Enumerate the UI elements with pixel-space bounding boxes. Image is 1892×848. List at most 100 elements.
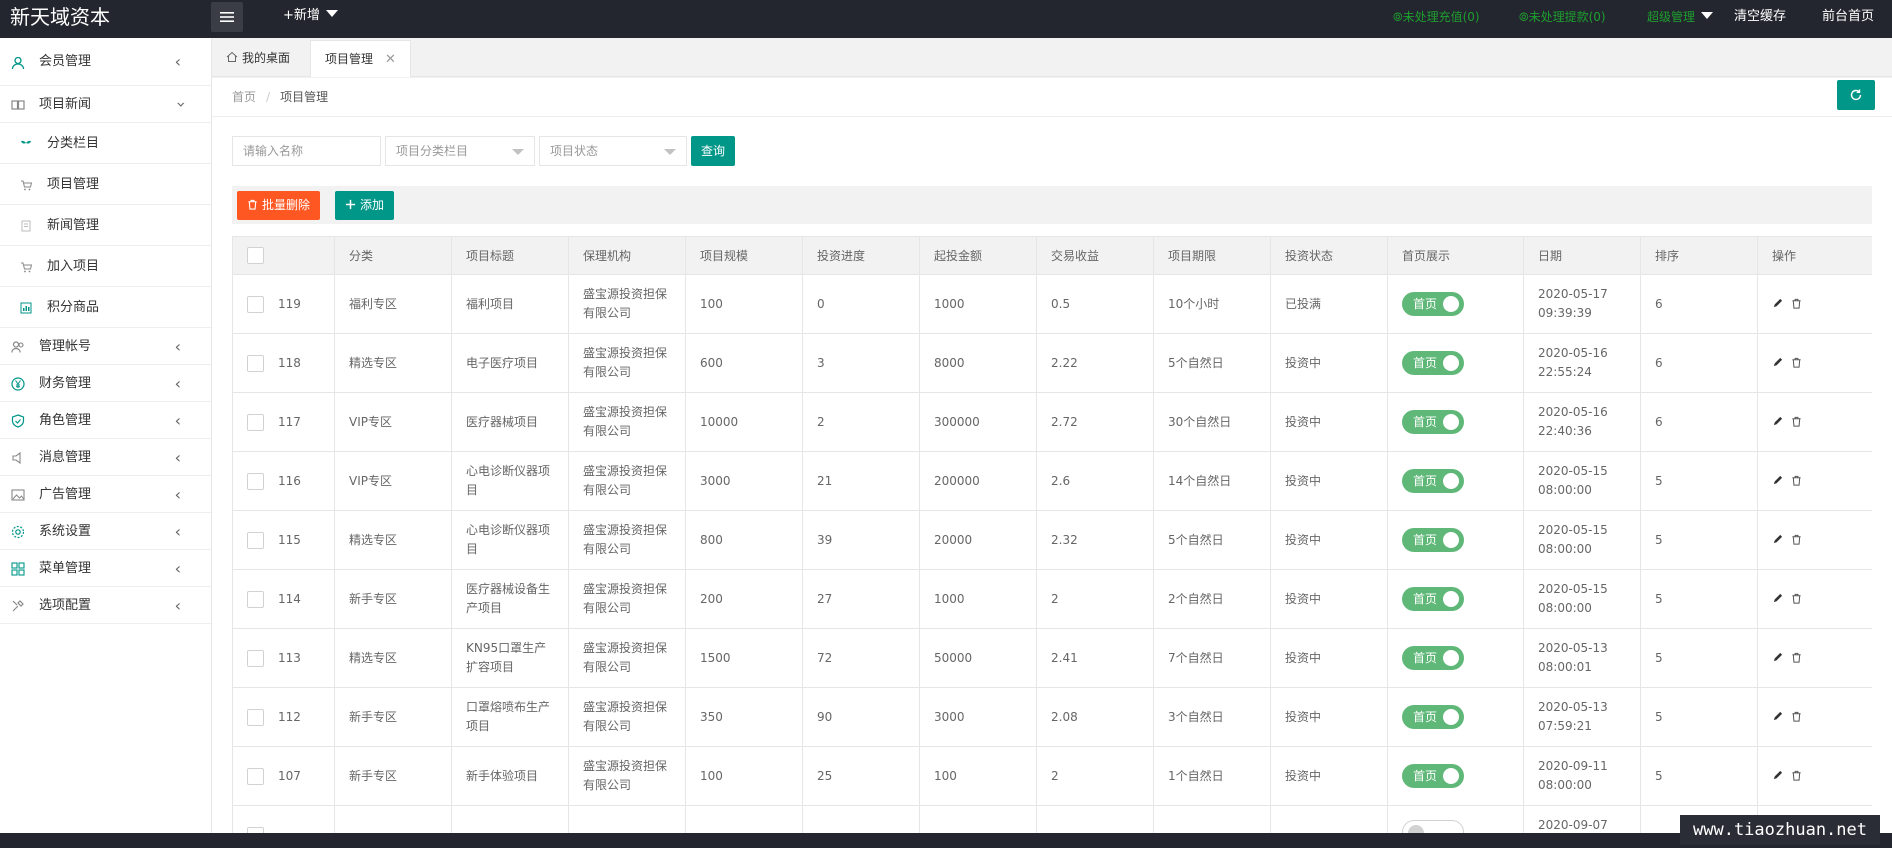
row-checkbox[interactable] bbox=[247, 708, 264, 726]
cell-title: 医疗器械设备生产项目 bbox=[451, 569, 569, 629]
sidebar-item-finance[interactable]: 财务管理 ‹ bbox=[0, 365, 211, 402]
breadcrumb: 首页 / 项目管理 bbox=[232, 78, 328, 116]
row-checkbox[interactable] bbox=[247, 767, 264, 785]
edit-icon[interactable] bbox=[1772, 711, 1783, 722]
cell-term: 2个自然日 bbox=[1153, 569, 1271, 629]
name-search-input[interactable]: 请输入名称 bbox=[232, 136, 381, 166]
edit-icon[interactable] bbox=[1772, 416, 1783, 427]
sidebar-item-label: 系统设置 bbox=[39, 524, 92, 539]
trash-icon[interactable] bbox=[1791, 357, 1802, 368]
sidebar-item-messages[interactable]: 消息管理 ‹ bbox=[0, 439, 211, 476]
trash-icon[interactable] bbox=[1791, 652, 1802, 663]
sidebar-item-options[interactable]: 选项配置 ‹ bbox=[0, 587, 211, 624]
hamburger-icon bbox=[220, 12, 234, 22]
query-button[interactable]: 查询 bbox=[691, 136, 735, 166]
trash-icon[interactable] bbox=[1791, 416, 1802, 427]
add-button[interactable]: 添加 bbox=[335, 191, 395, 220]
cell-title: 福利项目 bbox=[451, 274, 569, 334]
clear-cache-link[interactable]: 清空缓存 bbox=[1734, 0, 1786, 32]
home-display-switch[interactable]: 首页 bbox=[1402, 469, 1464, 493]
edit-icon[interactable] bbox=[1772, 298, 1783, 309]
cell-org: 盛宝源投资担保有限公司 bbox=[568, 451, 686, 511]
edit-icon[interactable] bbox=[1772, 593, 1783, 604]
edit-icon[interactable] bbox=[1772, 475, 1783, 486]
cell-home-display: 首页 bbox=[1387, 628, 1524, 688]
row-checkbox[interactable] bbox=[247, 649, 264, 667]
row-checkbox[interactable] bbox=[247, 354, 264, 372]
edit-icon[interactable] bbox=[1772, 534, 1783, 545]
cell-yield: 2.6 bbox=[1036, 451, 1154, 511]
sidebar-item-menus[interactable]: 菜单管理 ‹ bbox=[0, 550, 211, 587]
table-row: 2020-09-07 21: bbox=[232, 805, 1872, 833]
pending-recharge-link[interactable]: ⦾未处理充值(0) bbox=[1393, 0, 1480, 32]
home-display-switch[interactable]: 首页 bbox=[1402, 410, 1464, 434]
home-display-switch[interactable]: 首页 bbox=[1402, 646, 1464, 670]
close-icon[interactable]: ✕ bbox=[385, 52, 396, 67]
trash-icon[interactable] bbox=[1791, 711, 1802, 722]
batch-delete-button[interactable]: 批量删除 bbox=[237, 191, 321, 220]
home-display-switch[interactable]: 首页 bbox=[1402, 587, 1464, 611]
row-id: 114 bbox=[278, 591, 301, 606]
cell-home-display bbox=[1387, 805, 1524, 833]
home-display-switch[interactable]: 首页 bbox=[1402, 764, 1464, 788]
refresh-button[interactable] bbox=[1837, 80, 1875, 110]
edit-icon[interactable] bbox=[1772, 652, 1783, 663]
cell-sort: 5 bbox=[1640, 569, 1758, 629]
sidebar-sub-points-goods[interactable]: 积分商品 bbox=[0, 287, 211, 328]
sidebar-item-label: 分类栏目 bbox=[47, 136, 100, 151]
home-display-switch[interactable]: 首页 bbox=[1402, 528, 1464, 552]
breadcrumb-home[interactable]: 首页 bbox=[232, 90, 256, 104]
table-row: 116 VIP专区 心电诊断仪器项目 盛宝源投资担保有限公司 3000 21 200000 2… bbox=[232, 451, 1872, 511]
sidebar-item-project-news[interactable]: 项目新闻 ‹ bbox=[0, 86, 211, 123]
caret-down-icon bbox=[664, 149, 676, 155]
row-checkbox[interactable] bbox=[247, 295, 264, 313]
cell-yield: 2 bbox=[1036, 569, 1154, 629]
chevron-left-icon: ‹ bbox=[174, 337, 181, 356]
chevron-down-icon: ‹ bbox=[170, 101, 190, 108]
yen-icon bbox=[11, 377, 25, 391]
front-home-link[interactable]: 前台首页 bbox=[1822, 0, 1874, 32]
cell-category: 精选专区 bbox=[334, 628, 452, 688]
cell-actions bbox=[1757, 510, 1872, 570]
menu-toggle-button[interactable] bbox=[211, 2, 243, 32]
new-menu-button[interactable]: +新增 bbox=[283, 0, 338, 32]
cart-icon bbox=[21, 180, 32, 191]
sidebar-item-settings[interactable]: 系统设置 ‹ bbox=[0, 513, 211, 550]
trash-icon[interactable] bbox=[1791, 770, 1802, 781]
sidebar-item-ads[interactable]: 广告管理 ‹ bbox=[0, 476, 211, 513]
select-all-checkbox[interactable] bbox=[247, 247, 264, 264]
sidebar-item-members[interactable]: 会员管理 ‹ bbox=[0, 38, 211, 86]
sidebar-item-roles[interactable]: 角色管理 ‹ bbox=[0, 402, 211, 439]
sidebar-item-accounts[interactable]: 管理帐号 ‹ bbox=[0, 328, 211, 365]
row-checkbox[interactable] bbox=[247, 590, 264, 608]
table-row: 107 新手专区 新手体验项目 盛宝源投资担保有限公司 100 25 100 2 1个自然日 投资… bbox=[232, 746, 1872, 806]
home-display-switch[interactable] bbox=[1402, 820, 1464, 833]
edit-icon[interactable] bbox=[1772, 770, 1783, 781]
trash-icon[interactable] bbox=[1791, 593, 1802, 604]
home-display-switch[interactable]: 首页 bbox=[1402, 351, 1464, 375]
row-checkbox[interactable] bbox=[247, 472, 264, 490]
status-select[interactable]: 项目状态 bbox=[539, 136, 687, 166]
row-checkbox[interactable] bbox=[247, 531, 264, 549]
home-display-switch[interactable]: 首页 bbox=[1402, 292, 1464, 316]
sidebar-sub-join-project[interactable]: 加入项目 bbox=[0, 246, 211, 287]
row-checkbox[interactable] bbox=[247, 413, 264, 431]
sidebar-sub-news-manage[interactable]: 新闻管理 bbox=[0, 205, 211, 246]
category-select[interactable]: 项目分类栏目 bbox=[385, 136, 535, 166]
tab-project-manage[interactable]: 项目管理 ✕ bbox=[310, 40, 411, 77]
admin-menu[interactable]: 超级管理 bbox=[1647, 0, 1714, 32]
sidebar-sub-project-manage[interactable]: 项目管理 bbox=[0, 164, 211, 205]
home-display-switch[interactable]: 首页 bbox=[1402, 705, 1464, 729]
tab-desktop[interactable]: 我的桌面 bbox=[212, 40, 304, 77]
pending-withdraw-link[interactable]: ⦾未处理提款(0) bbox=[1519, 0, 1606, 32]
cell-min: 300000 bbox=[919, 392, 1037, 452]
cell-sort: 5 bbox=[1640, 628, 1758, 688]
row-id: 119 bbox=[278, 296, 301, 311]
top-header: 新天域资本 +新增 ⦾未处理充值(0) ⦾未处理提款(0) 超级管理 清空缓存 … bbox=[0, 0, 1892, 38]
cell-min bbox=[919, 805, 1037, 833]
trash-icon[interactable] bbox=[1791, 534, 1802, 545]
sidebar-sub-category[interactable]: 分类栏目 bbox=[0, 123, 211, 164]
edit-icon[interactable] bbox=[1772, 357, 1783, 368]
trash-icon[interactable] bbox=[1791, 298, 1802, 309]
trash-icon[interactable] bbox=[1791, 475, 1802, 486]
